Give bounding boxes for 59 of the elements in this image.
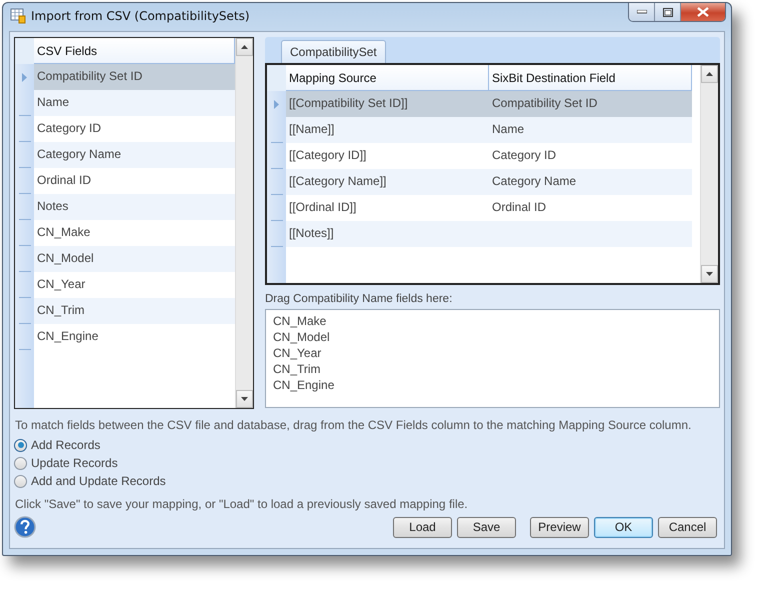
compat-field-item: CN_Model bbox=[273, 329, 331, 345]
mode-radio[interactable]: Update Records bbox=[14, 456, 720, 470]
csv-field-row[interactable]: CN_Trim bbox=[34, 298, 235, 324]
scroll-up-icon bbox=[241, 45, 248, 49]
grid-corner-cell bbox=[15, 38, 34, 64]
table-cell: Category Name bbox=[489, 169, 692, 195]
window-title: Import from CSV (CompatibilitySets) bbox=[31, 9, 250, 23]
row-pointer-icon bbox=[274, 100, 279, 108]
csv-field-row[interactable]: Notes bbox=[34, 194, 235, 220]
radio-button[interactable] bbox=[14, 456, 27, 470]
compat-field-item: CN_Year bbox=[273, 345, 322, 361]
scroll-down-icon bbox=[706, 272, 713, 276]
save-hint-text: Click "Save" to save your mapping, or "Load" to load a previously saved mapping file. bbox=[15, 497, 469, 511]
radio-button[interactable] bbox=[14, 438, 27, 452]
csv-field-row[interactable]: Compatibility Set ID bbox=[34, 64, 235, 90]
dialog-button[interactable]: OK bbox=[594, 516, 653, 538]
dialog-button[interactable]: Cancel bbox=[658, 516, 717, 538]
compat-field-item: CN_Make bbox=[273, 313, 328, 329]
scroll-down-icon bbox=[241, 397, 248, 401]
tab[interactable]: CompatibilitySet bbox=[281, 40, 386, 63]
column-header[interactable]: Mapping Source bbox=[286, 65, 489, 91]
dialog-button[interactable]: Load bbox=[393, 516, 452, 538]
csv-field-row[interactable]: Name bbox=[34, 90, 235, 116]
compat-field-item: CN_Trim bbox=[273, 361, 322, 377]
radio-label: Update Records bbox=[31, 456, 118, 470]
scroll-up-icon bbox=[706, 72, 713, 76]
table-cell: [[Compatibility Set ID]] bbox=[286, 91, 489, 117]
compat-field-item: CN_Engine bbox=[273, 377, 336, 393]
csv-field-row[interactable]: CN_Model bbox=[34, 246, 235, 272]
column-header[interactable]: CSV Fields bbox=[34, 38, 235, 64]
instructions-text: To match fields between the CSV file and database, drag from the CSV Fields column to the matching Mapping Source column. bbox=[15, 418, 692, 432]
close-icon bbox=[697, 7, 709, 17]
maximize-icon bbox=[662, 8, 672, 16]
radio-label: Add and Update Records bbox=[31, 474, 166, 488]
table-icon bbox=[10, 8, 26, 24]
table-cell: [[Name]] bbox=[286, 117, 489, 143]
radio-label: Add Records bbox=[31, 438, 100, 452]
row-pointer-icon bbox=[22, 72, 27, 82]
scrollbar[interactable] bbox=[700, 65, 718, 283]
dialog-button[interactable]: Save bbox=[457, 516, 516, 538]
column-header[interactable]: SixBit Destination Field bbox=[489, 65, 692, 91]
dialog-button[interactable]: Preview bbox=[530, 516, 589, 538]
drop-area[interactable]: CN_Make CN_Model CN_Year CN_Trim CN_Engine bbox=[265, 309, 720, 408]
help-icon[interactable] bbox=[14, 516, 36, 538]
table-cell: [[Category Name]] bbox=[286, 169, 489, 195]
minimize-icon bbox=[636, 10, 646, 14]
table-cell: Name bbox=[489, 117, 692, 143]
grid-corner-cell bbox=[267, 65, 286, 91]
mode-radio[interactable]: Add and Update Records bbox=[14, 474, 720, 488]
maximize-button[interactable] bbox=[655, 3, 681, 21]
mode-radio[interactable]: Add Records bbox=[14, 438, 720, 452]
csv-field-row[interactable]: Category Name bbox=[34, 142, 235, 168]
drop-area-label: Drag Compatibility Name fields here: bbox=[265, 293, 454, 305]
close-button[interactable] bbox=[681, 3, 725, 21]
minimize-button[interactable] bbox=[629, 3, 655, 21]
table-cell: [[Notes]] bbox=[286, 221, 489, 247]
table-cell: Compatibility Set ID bbox=[489, 91, 692, 117]
scrollbar[interactable] bbox=[235, 38, 253, 408]
radio-button[interactable] bbox=[14, 474, 27, 488]
